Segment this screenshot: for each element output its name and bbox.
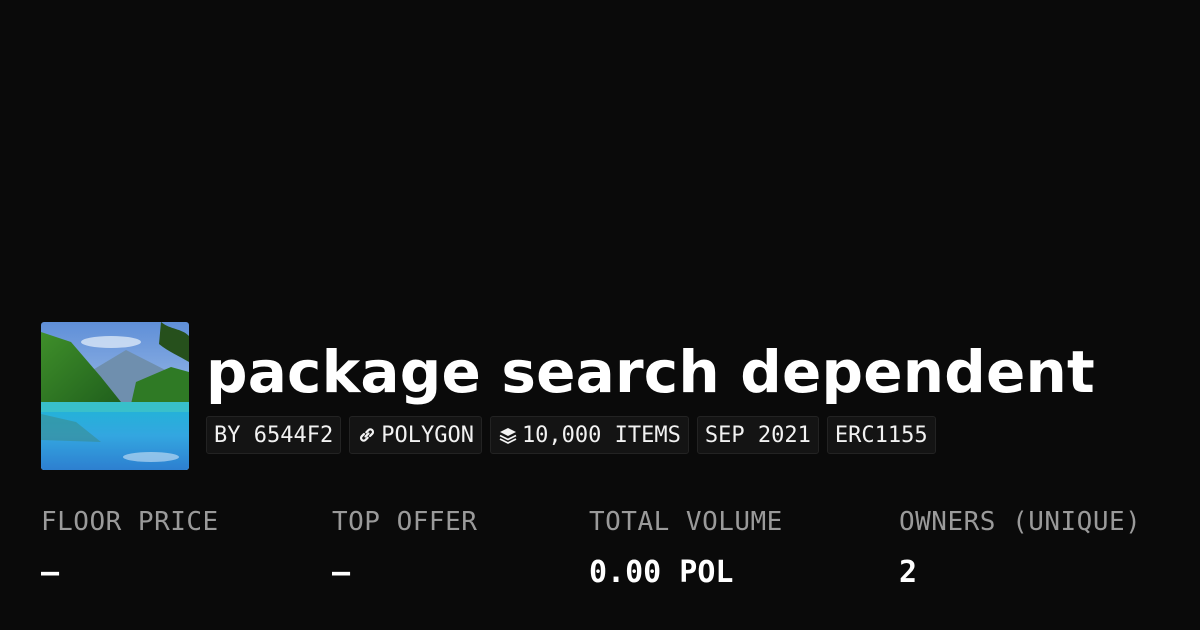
collection-thumbnail	[41, 322, 189, 470]
creator-chip-label: BY 6544F2	[214, 422, 334, 448]
created-date-label: SEP 2021	[704, 422, 811, 448]
layers-icon	[499, 428, 517, 444]
stat-label: TOTAL VOLUME	[589, 507, 783, 537]
stat-total-volume: TOTAL VOLUME 0.00 POL	[589, 506, 783, 590]
created-date-chip: SEP 2021	[696, 416, 819, 454]
collection-title: package search dependent	[206, 338, 1095, 406]
stat-label: OWNERS (UNIQUE)	[899, 507, 1142, 537]
chain-chip-label: POLYGON	[381, 422, 474, 448]
creator-chip[interactable]: BY 6544F2	[206, 416, 342, 454]
landscape-lake-image	[41, 322, 189, 470]
stat-owners: OWNERS (UNIQUE) 2	[899, 506, 1141, 590]
stat-value: 0.00 POL	[589, 555, 734, 590]
token-standard-chip: ERC1155	[826, 416, 936, 454]
items-chip-label: 10,000 ITEMS	[521, 422, 681, 448]
collection-stats: FLOOR PRICE — TOP OFFER — TOTAL VOLUME 0…	[0, 506, 1200, 606]
chain-chip[interactable]: POLYGON	[349, 416, 482, 454]
items-chip[interactable]: 10,000 ITEMS	[489, 416, 689, 454]
stat-value: —	[332, 555, 351, 590]
chain-link-icon	[360, 428, 375, 442]
collection-meta-chips: BY 6544F2 POLYGON 10,000 ITEMS SEP 2021 …	[206, 416, 936, 454]
stat-top-offer: TOP OFFER —	[332, 506, 477, 590]
stat-value: —	[41, 555, 60, 590]
stat-label: FLOOR PRICE	[41, 507, 219, 537]
token-standard-label: ERC1155	[834, 422, 928, 448]
stat-value: 2	[899, 555, 918, 590]
stat-label: TOP OFFER	[332, 507, 478, 537]
stat-floor-price: FLOOR PRICE —	[41, 506, 219, 590]
